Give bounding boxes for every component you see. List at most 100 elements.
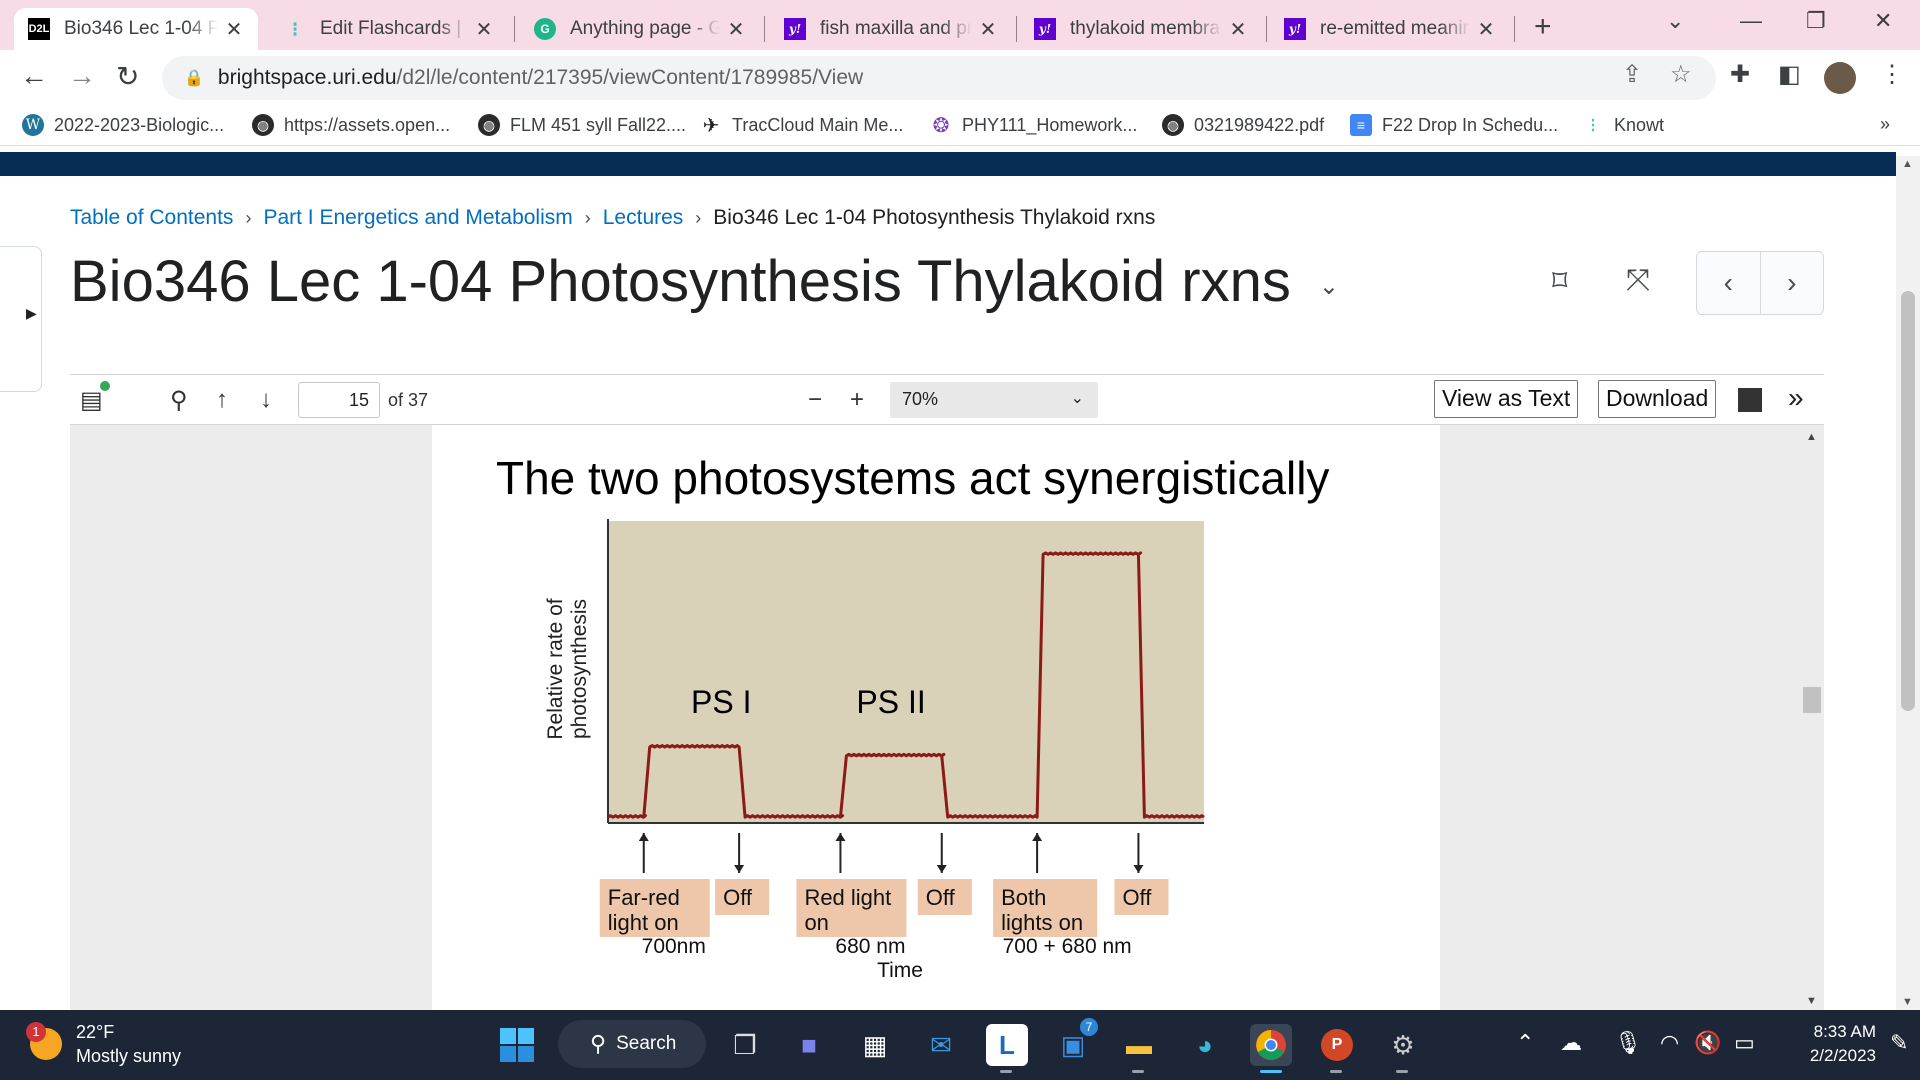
bookmark-item[interactable]: ≡ F22 Drop In Schedu... [1350,114,1558,136]
previous-page-icon[interactable]: ↑ [216,386,228,414]
close-icon[interactable]: ✕ [1228,17,1248,42]
photosynthesis-rate-chart: PS I PS II Relative rate of photosynthesis F… [544,519,1205,982]
profile-avatar[interactable] [1824,62,1856,94]
next-page-icon[interactable]: ↓ [260,386,272,414]
scrollbar-thumb[interactable] [1803,687,1821,713]
tab-grammarly[interactable]: G Anything page - Grammarly ✕ [520,8,760,50]
previous-topic-button[interactable]: ‹ [1697,252,1761,314]
arrowhead [936,865,947,873]
scroll-up-icon[interactable]: ▲ [1902,158,1913,170]
teams-icon[interactable]: ▣ 7 [1052,1018,1098,1066]
scroll-down-icon[interactable]: ▼ [1806,995,1817,1007]
restore-icon[interactable]: ❐ [1806,8,1826,34]
zoom-select[interactable]: 70% ⌄ [890,382,1098,418]
bookmark-item[interactable]: W 2022-2023-Biologic... [22,114,224,136]
onedrive-icon[interactable]: ☁ [1560,1030,1582,1056]
bookmarks-overflow-icon[interactable]: » [1880,114,1890,135]
bookmark-item[interactable]: ⁝ Knowt [1582,114,1664,137]
close-icon[interactable]: ✕ [224,17,244,42]
url-path: /d2l/le/content/217395/viewContent/17899… [396,66,864,89]
share-icon[interactable]: ⇪ [1622,60,1642,89]
view-as-text-button[interactable]: View as Text [1434,380,1579,418]
minimize-icon[interactable]: — [1740,8,1762,34]
chevron-down-icon[interactable]: ⌄ [1319,272,1339,301]
taskbar-search[interactable]: ⚲ Search [558,1020,706,1068]
bookmark-item[interactable]: ✈ TracCloud Main Me... [700,114,904,137]
edge-icon[interactable]: ◕ [1184,1024,1226,1066]
scroll-up-icon[interactable]: ▲ [1806,431,1817,443]
tab-d2l-lecture[interactable]: D2L Bio346 Lec 1-04 Photosynthesis Thyla… [14,8,258,50]
store-icon[interactable]: ▦ [854,1024,896,1066]
teams-chat-icon[interactable]: ■ [788,1024,830,1066]
wifi-icon[interactable]: ◠ [1660,1030,1679,1056]
tab-search-icon[interactable]: ⌄ [1666,8,1684,34]
chrome-icon[interactable] [1250,1024,1292,1066]
bookmark-item[interactable]: ◍ 0321989422.pdf [1162,114,1324,136]
bookmark-label: 2022-2023-Biologic... [54,114,225,135]
phy-icon: ❂ [932,114,950,137]
tab-knowt[interactable]: ⁝ Edit Flashcards | Knowt ✕ [270,8,508,50]
more-tools-icon[interactable]: » [1788,382,1804,414]
zoom-out-icon[interactable]: − [808,386,822,414]
tab-yahoo-reemitted[interactable]: y! re-emitted meaning ✕ [1270,8,1510,50]
reload-icon[interactable]: ↻ [116,60,139,93]
plot-area [608,521,1204,823]
page-scrollbar[interactable]: ▲ ▼ [1896,156,1920,1010]
window-close-icon[interactable]: ✕ [1874,8,1892,34]
bookmark-item[interactable]: ❂ PHY111_Homework... [930,114,1138,137]
bookmark-star-icon[interactable]: ☆ [1670,60,1692,89]
zoom-in-icon[interactable]: + [850,386,864,414]
menu-icon[interactable]: ⋮ [1880,60,1904,89]
weather-widget[interactable]: 1 22°F Mostly sunny [26,1020,181,1068]
download-button[interactable]: Download [1598,380,1717,418]
pdf-scrollbar[interactable]: ▲ ▼ [1798,425,1824,1010]
bookmark-label: F22 Drop In Schedu... [1382,114,1559,135]
tab-yahoo-thylakoid[interactable]: y! thylakoid membrane ✕ [1020,8,1262,50]
scroll-down-icon[interactable]: ▼ [1902,996,1913,1008]
address-bar[interactable]: 🔒 brightspace.uri.edu/d2l/le/content/217… [162,56,1716,100]
side-panel-icon[interactable]: ◧ [1778,60,1801,89]
clock[interactable]: 8:33 AM 2/2/2023 [1776,1020,1876,1068]
tab-yahoo-fish[interactable]: y! fish maxilla and premaxilla ✕ [770,8,1012,50]
bookmark-item[interactable]: ◍ FLM 451 syll Fall22.... [478,114,686,136]
new-tab-button[interactable]: + [1534,10,1552,44]
notifications-icon[interactable]: ✎ [1890,1030,1908,1056]
close-icon[interactable]: ✕ [978,17,998,42]
lock-icon[interactable]: 🔒 [184,68,204,88]
breadcrumb-link[interactable]: Lectures [603,206,684,230]
close-icon[interactable]: ✕ [474,17,494,42]
powerpoint-icon[interactable]: P [1316,1024,1358,1066]
launcher-l-icon[interactable]: L [986,1024,1028,1066]
close-icon[interactable]: ✕ [1476,17,1496,42]
task-view-icon[interactable]: ❐ [724,1024,766,1066]
fullscreen-icon[interactable]: ⤧ [1626,264,1650,298]
tab-title: Anything page - Grammarly [570,18,720,39]
chevron-up-icon[interactable]: ⌃ [1516,1030,1534,1056]
extensions-icon[interactable]: ✚ [1730,60,1750,89]
close-icon[interactable]: ✕ [726,17,746,42]
breadcrumb-link[interactable]: Table of Contents [70,206,233,230]
globe-icon: ◍ [252,114,274,136]
scrollbar-thumb[interactable] [1901,291,1915,711]
file-explorer-icon[interactable]: ▬ [1118,1024,1160,1066]
speaker-muted-icon[interactable]: 🔇 [1694,1030,1721,1056]
running-indicator [1396,1070,1408,1073]
back-icon[interactable]: ← [20,60,48,92]
settings-icon[interactable]: ⚙ [1382,1024,1424,1066]
sidebar-toggle-icon[interactable]: ▤ [80,386,103,415]
toc-panel-toggle[interactable]: ▶ [0,246,42,392]
forward-icon[interactable]: → [68,60,96,92]
presentation-mode-icon[interactable] [1738,388,1762,412]
bookmark-item[interactable]: ◍ https://assets.open... [252,114,450,136]
mail-icon[interactable]: ✉ [920,1024,962,1066]
battery-icon[interactable]: ▭ [1734,1030,1755,1056]
search-icon[interactable]: ⚲ [170,386,188,415]
breadcrumb-link[interactable]: Part I Energetics and Metabolism [263,206,572,230]
bookmark-icon[interactable]: ⌑ [1552,264,1567,299]
windows-start-icon[interactable] [496,1024,538,1066]
microphone-icon[interactable]: 🎙 [1614,1030,1642,1056]
page-number-input[interactable]: 15 [298,382,380,418]
next-topic-button[interactable]: › [1761,252,1824,314]
event-label: Both [1001,885,1046,910]
chevron-right-icon: › [584,207,591,228]
